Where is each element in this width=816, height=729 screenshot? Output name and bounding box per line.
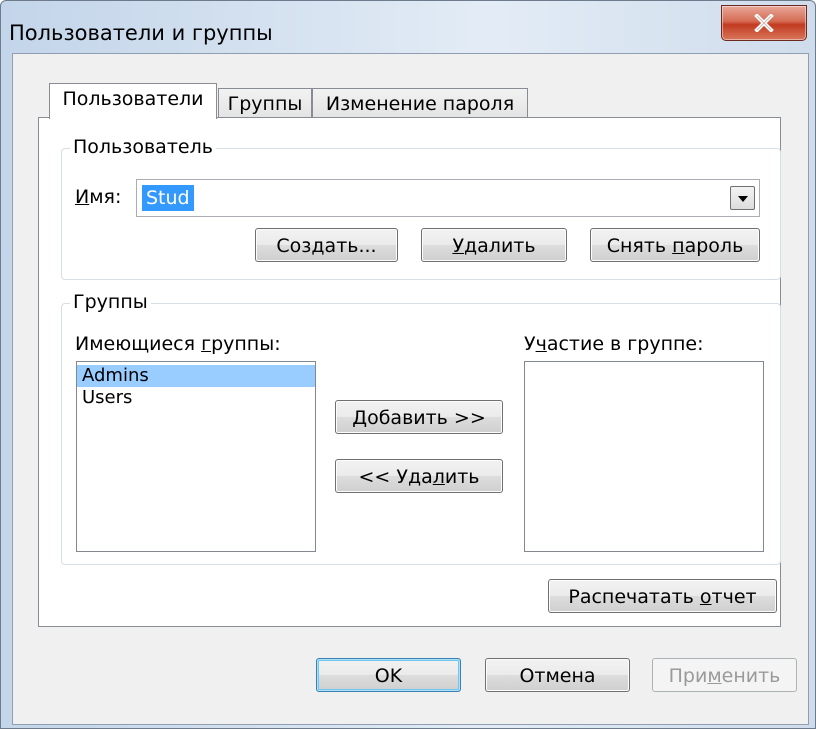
create-button-label-post: ать...: [324, 235, 377, 257]
remove-from-group-label-post: ить: [444, 466, 480, 488]
available-groups-label-post: руппы:: [211, 333, 281, 355]
apply-button[interactable]: Применить: [652, 658, 797, 692]
available-groups-label-pre: Имеющиеся: [75, 333, 202, 355]
available-groups-list[interactable]: Admins Users: [76, 361, 316, 552]
clear-password-button[interactable]: Снять пароль: [590, 228, 760, 262]
print-report-label-post: тчет: [711, 586, 757, 608]
apply-label-pre: При: [668, 665, 708, 687]
clear-password-label-post: ароль: [684, 235, 744, 257]
member-of-label-pre: У: [524, 333, 536, 355]
name-label-accel: И: [75, 186, 90, 208]
tab-change-password[interactable]: Изменение пароля: [312, 88, 528, 119]
print-report-accel: о: [699, 586, 712, 608]
print-report-button[interactable]: Распечатать отчет: [548, 579, 777, 613]
apply-accel: м: [707, 665, 722, 687]
create-button-accel: д: [311, 235, 325, 257]
create-button[interactable]: Создать...: [255, 228, 398, 262]
user-groupbox-legend: Пользователь: [70, 136, 216, 158]
name-label-rest: мя:: [89, 186, 122, 208]
member-of-label-post: астие в группе:: [546, 333, 704, 355]
remove-from-group-accel: л: [432, 466, 445, 488]
list-item-admins[interactable]: Admins: [77, 365, 315, 387]
name-label: Имя:: [75, 186, 121, 208]
remove-from-group-label-pre: << Уда: [358, 466, 433, 488]
list-item-users[interactable]: Users: [77, 387, 315, 409]
groups-groupbox-legend: Группы: [70, 291, 151, 313]
clear-password-label-pre: Снять: [606, 235, 673, 257]
apply-label-post: енить: [721, 665, 781, 687]
available-groups-accel: г: [201, 333, 212, 355]
add-to-group-button[interactable]: Добавить >>: [335, 400, 503, 434]
print-report-label-pre: Распечатать: [568, 586, 700, 608]
close-icon: [754, 14, 774, 32]
combobox-dropdown-button[interactable]: [730, 186, 755, 210]
ok-button[interactable]: OK: [316, 658, 461, 692]
clear-password-accel: п: [672, 235, 685, 257]
tab-users[interactable]: Пользователи: [49, 83, 217, 119]
member-of-accel: ч: [535, 333, 547, 355]
available-groups-label: Имеющиеся группы:: [75, 333, 281, 355]
cancel-button[interactable]: Отмена: [485, 658, 630, 692]
chevron-down-icon: [738, 196, 748, 202]
add-to-group-label: обавить >>: [367, 407, 486, 429]
member-of-list[interactable]: [524, 361, 764, 552]
close-button[interactable]: [721, 5, 807, 41]
name-combobox-value[interactable]: Stud: [142, 185, 194, 211]
create-button-label-pre: Соз: [276, 235, 312, 257]
remove-from-group-button[interactable]: << Удалить: [335, 459, 503, 493]
add-to-group-accel: Д: [352, 407, 368, 429]
name-combobox[interactable]: Stud: [136, 179, 760, 217]
member-of-label: Участие в группе:: [524, 333, 704, 355]
window-title: Пользователи и группы: [9, 21, 273, 45]
delete-user-button-label: далить: [464, 235, 536, 257]
tab-groups[interactable]: Группы: [218, 88, 312, 119]
delete-user-button[interactable]: Удалить: [421, 228, 567, 262]
delete-user-button-accel: У: [452, 235, 465, 257]
